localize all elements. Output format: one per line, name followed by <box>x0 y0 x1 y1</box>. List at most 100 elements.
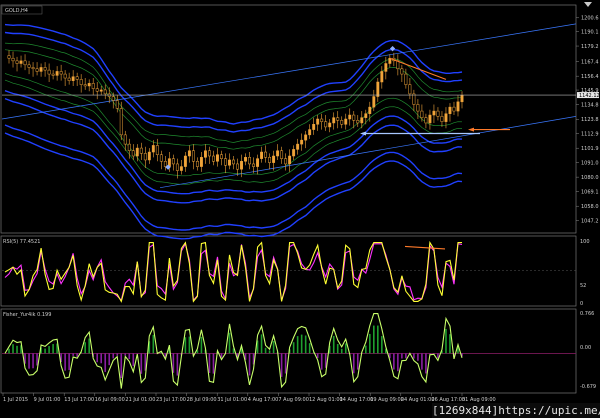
candle-body <box>119 108 123 136</box>
price-tick-label: 1047.2 <box>581 218 599 224</box>
candle-body <box>452 106 456 112</box>
time-tick-label: 4 Aug 17:00 <box>248 397 279 403</box>
candle-body <box>428 114 432 124</box>
candle-body <box>228 159 231 166</box>
rsi-panel-frame <box>0 235 577 307</box>
candle-body <box>236 163 239 170</box>
candle-body <box>308 129 312 136</box>
candle-body <box>272 155 276 163</box>
candle-body <box>300 139 304 145</box>
image-watermark: [1269x844]https://upic.me/ <box>432 403 600 418</box>
candle-body <box>171 158 175 165</box>
candle-body <box>424 117 428 124</box>
candle-body <box>280 150 284 159</box>
candle-body <box>344 118 348 125</box>
blue-diamond-high: ◆ <box>390 44 396 52</box>
candle-body <box>456 101 460 112</box>
rsi-tick-label: 0 <box>580 301 583 307</box>
rsi-panel-content <box>2 240 576 303</box>
candle-body <box>360 117 364 124</box>
candle-body <box>296 143 300 150</box>
price-tick-label: 1058.0 <box>581 204 599 210</box>
candle-body <box>43 67 47 71</box>
candle-body <box>175 163 179 171</box>
price-tick-label: 1167.4 <box>581 59 599 65</box>
rsi-line <box>4 240 462 303</box>
candle-body <box>75 76 79 80</box>
candle-body <box>336 117 340 121</box>
rsi-tick-label: 52 <box>580 283 586 289</box>
candle-body <box>23 60 27 66</box>
price-tick-label: 1190.1 <box>581 29 599 35</box>
candle-body <box>159 154 163 162</box>
price-tick-label: 1080.0 <box>581 175 599 181</box>
candle-body <box>183 155 187 167</box>
candle-body <box>240 161 243 170</box>
time-tick-label: 1 Jul 2015 <box>3 397 28 403</box>
symbol-title: GOLD,H4 <box>5 8 28 14</box>
blue-diamond-low: ◆ <box>165 163 171 171</box>
price-tick-label: 1112.9 <box>581 131 599 137</box>
candle-body <box>79 79 83 85</box>
candle-body <box>179 166 183 171</box>
time-tick-label: 23 Jul 17:00 <box>156 397 186 403</box>
candle-body <box>83 84 87 87</box>
price-tick-label: 1179.2 <box>581 44 599 50</box>
green-envelope-band <box>4 49 463 150</box>
fisher-title: Fisher_Yur4ik 0.199 <box>3 312 51 318</box>
candle-body <box>63 73 67 79</box>
candle-body <box>400 68 404 75</box>
candle-body <box>328 122 332 128</box>
candle-body <box>284 158 288 165</box>
candle-body <box>252 163 255 167</box>
candle-body <box>39 67 43 72</box>
candle-body <box>47 69 51 75</box>
scroll-right-arrow-icon[interactable] <box>584 2 592 7</box>
candle-body <box>91 83 95 89</box>
price-tick-label: 1134.8 <box>581 103 599 109</box>
candle-body <box>55 71 59 76</box>
candle-body <box>276 150 280 157</box>
blue-envelope-band <box>4 23 463 125</box>
price-y-axis: 1047.2 1058.0 1069.1 1080.0 1091.0 1101.9 1112… <box>576 16 599 224</box>
price-tick-label: 1091.0 <box>581 160 599 166</box>
time-tick-label: 21 Jul 01:00 <box>125 397 155 403</box>
candle-body <box>320 118 324 122</box>
candle-body <box>268 157 272 163</box>
candle-body <box>131 150 135 157</box>
trading-chart[interactable]: GOLD,H4 RSI(5) 77.4521 Fisher_Yur4ik 0.1… <box>0 0 600 418</box>
candle-body <box>11 57 15 62</box>
fisher-tick-label: -0.679 <box>580 384 596 390</box>
candle-body <box>187 150 191 157</box>
outer-blue-band <box>4 124 463 231</box>
candle-body <box>151 145 155 153</box>
price-tick-label: 1200.6 <box>581 16 599 22</box>
candle-body <box>232 159 235 165</box>
orange-arrowhead <box>468 127 474 132</box>
candle-body <box>288 155 292 165</box>
time-tick-label: 9 Jul 01:00 <box>34 397 61 403</box>
candle-body <box>436 110 440 117</box>
candle-body <box>199 157 203 167</box>
candle-body <box>155 145 159 155</box>
current-price-label: 1142.12 <box>579 93 600 99</box>
candle-body <box>368 106 372 114</box>
candle-body <box>67 77 71 81</box>
candle-body <box>191 150 195 162</box>
time-tick-label: 14 Aug 17:00 <box>340 397 374 403</box>
rsi-title: RSI(5) 77.4521 <box>3 239 40 245</box>
candle-body <box>220 154 223 159</box>
candle-body <box>444 113 448 122</box>
candle-body <box>27 64 31 68</box>
price-tick-label: 1101.9 <box>581 146 599 152</box>
candle-body <box>260 151 264 159</box>
candle-body <box>292 149 296 157</box>
candle-body <box>99 89 103 92</box>
candle-body <box>51 73 55 76</box>
price-tick-label: 1123.8 <box>581 117 599 123</box>
time-tick-label: 13 Jul 17:00 <box>64 397 94 403</box>
candle-body <box>408 84 412 95</box>
candle-body <box>95 88 99 92</box>
candle-body <box>19 60 23 64</box>
candle-body <box>376 81 380 97</box>
